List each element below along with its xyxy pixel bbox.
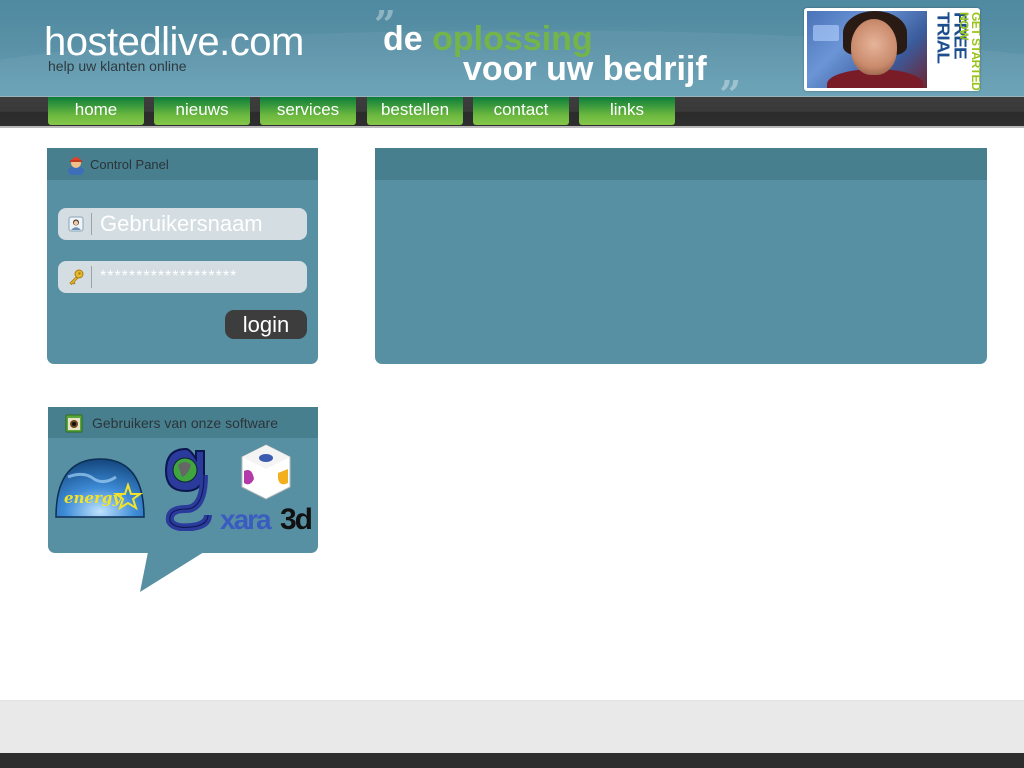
footer	[0, 700, 1024, 753]
photo-face	[851, 19, 897, 75]
speech-bubble-tail	[140, 552, 204, 592]
footer-bar	[0, 753, 1024, 768]
close-quote-mark: „	[720, 50, 742, 95]
energy-text: energy	[64, 489, 122, 507]
nav-links[interactable]: links	[579, 97, 675, 125]
password-field[interactable]	[58, 261, 307, 293]
xara-text: xara	[220, 504, 272, 535]
nav-services[interactable]: services	[260, 97, 356, 125]
slogan-white-word: de	[383, 20, 433, 58]
xara3d-logo[interactable]: xara 3d	[220, 443, 312, 535]
energy-star-logo[interactable]: energy	[54, 457, 146, 519]
control-panel: Control Panel login	[47, 148, 318, 364]
password-input[interactable]	[100, 261, 300, 293]
control-panel-header: Control Panel	[47, 148, 318, 180]
main-nav: home nieuws services bestellen contact l…	[0, 96, 1024, 128]
trial-text: FREE TRIAL GET STARTED NOW	[928, 8, 980, 91]
nav-nieuws[interactable]: nieuws	[154, 97, 250, 125]
username-field[interactable]	[58, 208, 307, 240]
site-header: hostedlive.com help uw klanten online ” …	[0, 0, 1024, 96]
software-users-header: Gebruikers van onze software	[48, 407, 318, 438]
user-icon	[68, 157, 84, 175]
support-agent-photo	[807, 11, 927, 88]
control-panel-title: Control Panel	[90, 157, 169, 172]
slogan-line-2: voor uw bedrijf	[463, 50, 707, 88]
nav-contact[interactable]: contact	[473, 97, 569, 125]
user-field-icon	[68, 216, 84, 232]
main-content-panel	[375, 148, 987, 364]
nav-home[interactable]: home	[48, 97, 144, 125]
site-logo[interactable]: hostedlive.com	[44, 22, 304, 62]
main-content-header	[375, 148, 987, 180]
site-tagline: help uw klanten online	[48, 58, 187, 74]
key-icon	[69, 269, 84, 286]
software-box-icon	[65, 414, 83, 433]
free-trial-banner[interactable]: FREE TRIAL GET STARTED NOW	[804, 8, 980, 91]
3d-text: 3d	[280, 503, 312, 535]
field-separator	[91, 266, 92, 288]
photo-monitor	[813, 25, 839, 41]
get-started-label: GET STARTED NOW	[957, 12, 980, 91]
nav-bestellen[interactable]: bestellen	[367, 97, 463, 125]
field-separator	[91, 213, 92, 235]
g-globe-logo[interactable]	[158, 445, 214, 531]
software-users-title: Gebruikers van onze software	[92, 415, 278, 431]
software-users-panel: Gebruikers van onze software energy xara…	[48, 407, 318, 553]
login-button[interactable]: login	[225, 310, 307, 339]
username-input[interactable]	[100, 208, 300, 240]
